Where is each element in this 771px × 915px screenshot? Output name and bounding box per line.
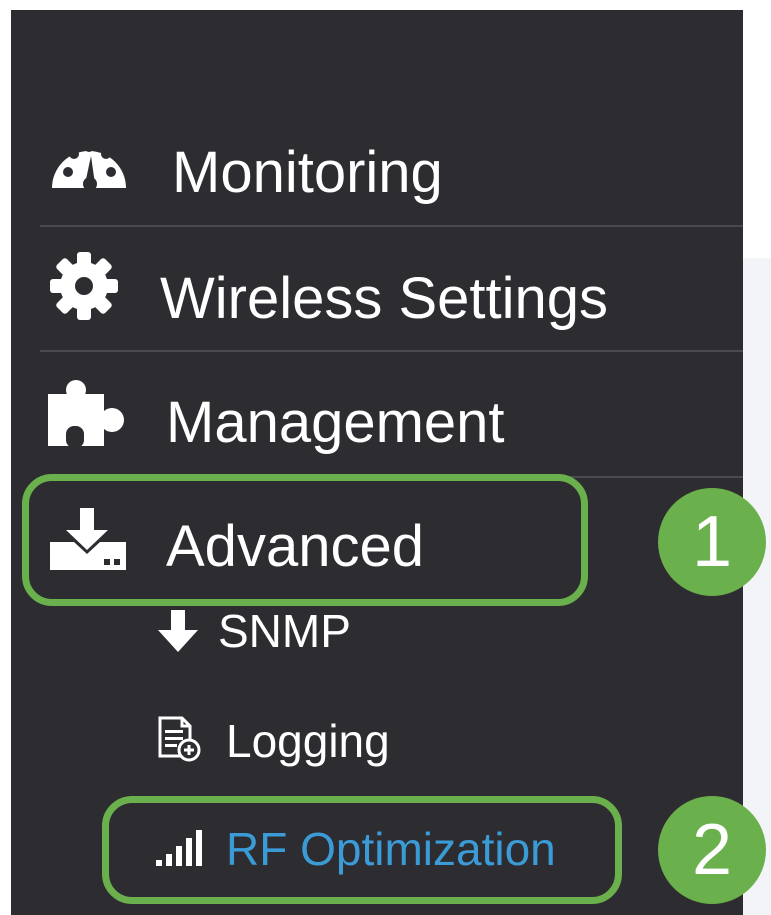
puzzle-piece-icon — [46, 380, 130, 448]
nav-divider — [40, 350, 743, 352]
nav-item-label: Management — [166, 390, 505, 455]
step-1-badge: 1 — [658, 488, 766, 596]
nav-item-monitoring[interactable]: Monitoring — [40, 130, 743, 220]
log-document-icon — [156, 716, 202, 762]
subnav-item-snmp[interactable]: SNMP — [156, 602, 716, 662]
step-1-highlight — [22, 474, 588, 606]
nav-item-management[interactable]: Management — [40, 370, 743, 460]
nav-item-wireless-settings[interactable]: Wireless Settings — [40, 250, 743, 340]
nav-item-label: Monitoring — [172, 140, 443, 205]
subnav-item-logging[interactable]: Logging — [156, 710, 716, 770]
arrow-down-icon — [156, 610, 200, 654]
nav-item-label: Wireless Settings — [160, 266, 609, 331]
step-2-highlight — [102, 796, 622, 904]
dashboard-gauge-icon — [48, 134, 130, 198]
gear-icon — [50, 252, 118, 320]
nav-divider — [40, 225, 743, 227]
step-2-badge: 2 — [658, 796, 766, 904]
subnav-item-label: SNMP — [218, 605, 351, 657]
subnav-item-label: Logging — [226, 715, 390, 767]
